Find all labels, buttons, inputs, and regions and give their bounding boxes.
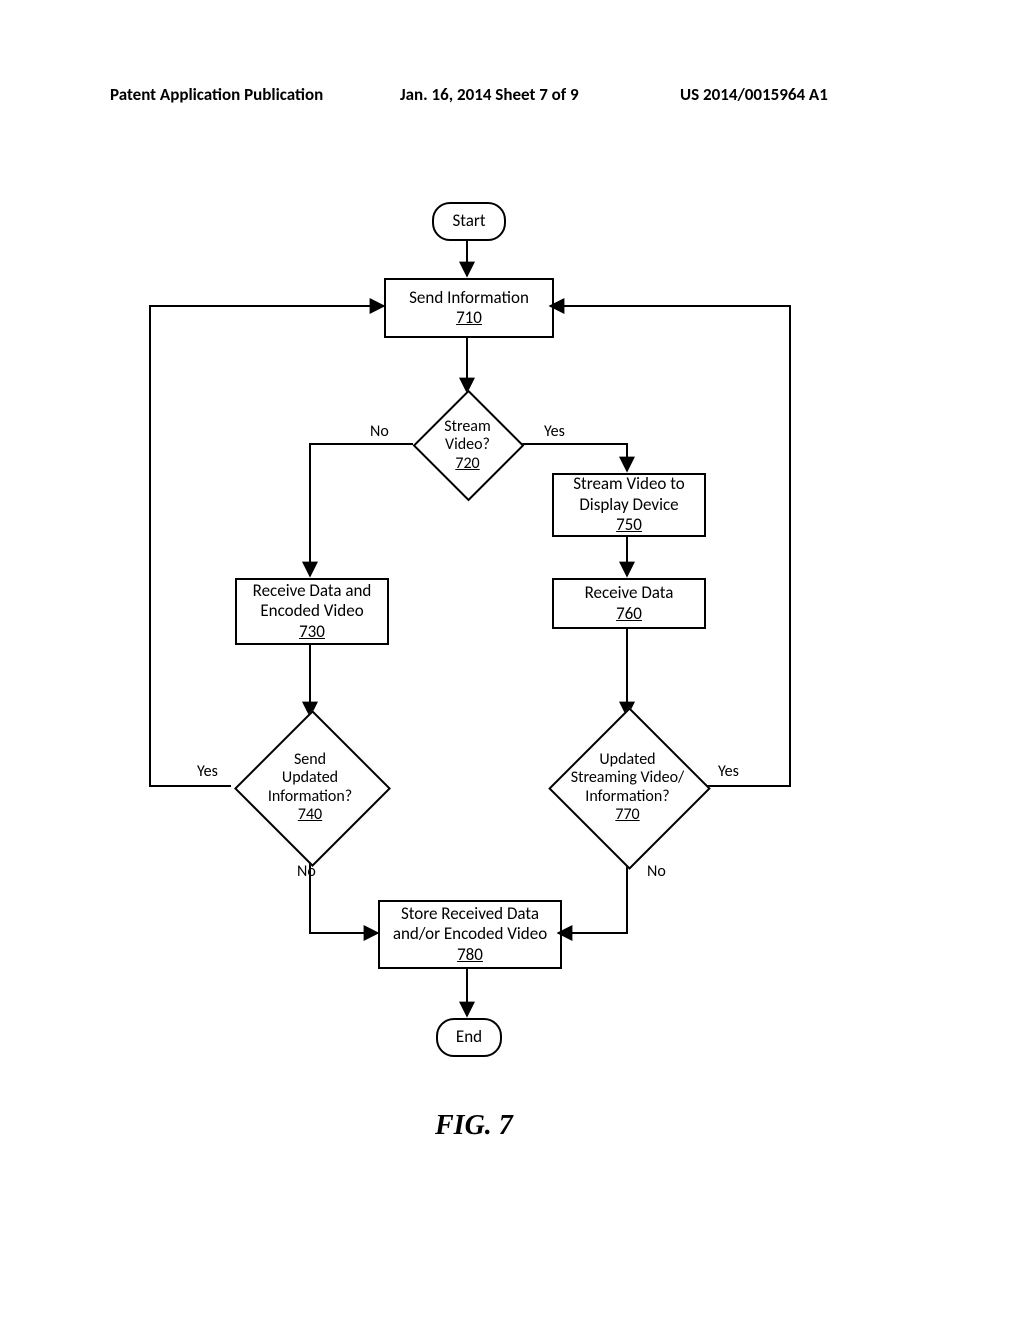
- edge-720-no: No: [370, 422, 389, 441]
- start-label: Start: [452, 211, 485, 231]
- n720-ref: 720: [455, 455, 479, 473]
- process-receive-data: Receive Data 760: [552, 578, 706, 629]
- n730-label: Receive Data and Encoded Video: [253, 581, 372, 622]
- n710-ref: 710: [456, 308, 482, 328]
- n740-ref: 740: [298, 806, 322, 824]
- process-send-information: Send Information 710: [384, 278, 554, 338]
- header-right: US 2014/0015964 A1: [680, 84, 828, 105]
- n760-label: Receive Data: [585, 583, 674, 603]
- n770-label: Updated Streaming Video/ Information?: [571, 751, 684, 806]
- n780-label: Store Received Data and/or Encoded Video: [393, 904, 547, 945]
- n720-label: Stream Video?: [444, 418, 490, 455]
- n750-label: Stream Video to Display Device: [573, 474, 684, 515]
- edge-770-yes: Yes: [718, 762, 739, 781]
- edge-740-no: No: [297, 862, 316, 881]
- n750-ref: 750: [616, 515, 642, 535]
- n730-ref: 730: [299, 622, 325, 642]
- n770-ref: 770: [615, 806, 639, 824]
- edge-770-no: No: [647, 862, 666, 881]
- end-label: End: [456, 1027, 482, 1047]
- header-center: Jan. 16, 2014 Sheet 7 of 9: [400, 84, 579, 105]
- n740-label: Send Updated Information?: [268, 751, 352, 806]
- header-left: Patent Application Publication: [110, 84, 323, 105]
- terminator-end: End: [436, 1018, 502, 1057]
- n760-ref: 760: [616, 604, 642, 624]
- figure-label: FIG. 7: [435, 1110, 513, 1142]
- page: Patent Application Publication Jan. 16, …: [0, 0, 1024, 1320]
- process-stream-to-display: Stream Video to Display Device 750: [552, 473, 706, 537]
- n710-label: Send Information: [409, 288, 529, 308]
- process-store-received: Store Received Data and/or Encoded Video…: [378, 900, 562, 969]
- process-receive-data-encoded: Receive Data and Encoded Video 730: [235, 578, 389, 645]
- edge-740-yes: Yes: [197, 762, 218, 781]
- terminator-start: Start: [432, 202, 506, 241]
- n780-ref: 780: [457, 945, 483, 965]
- edge-720-yes: Yes: [544, 422, 565, 441]
